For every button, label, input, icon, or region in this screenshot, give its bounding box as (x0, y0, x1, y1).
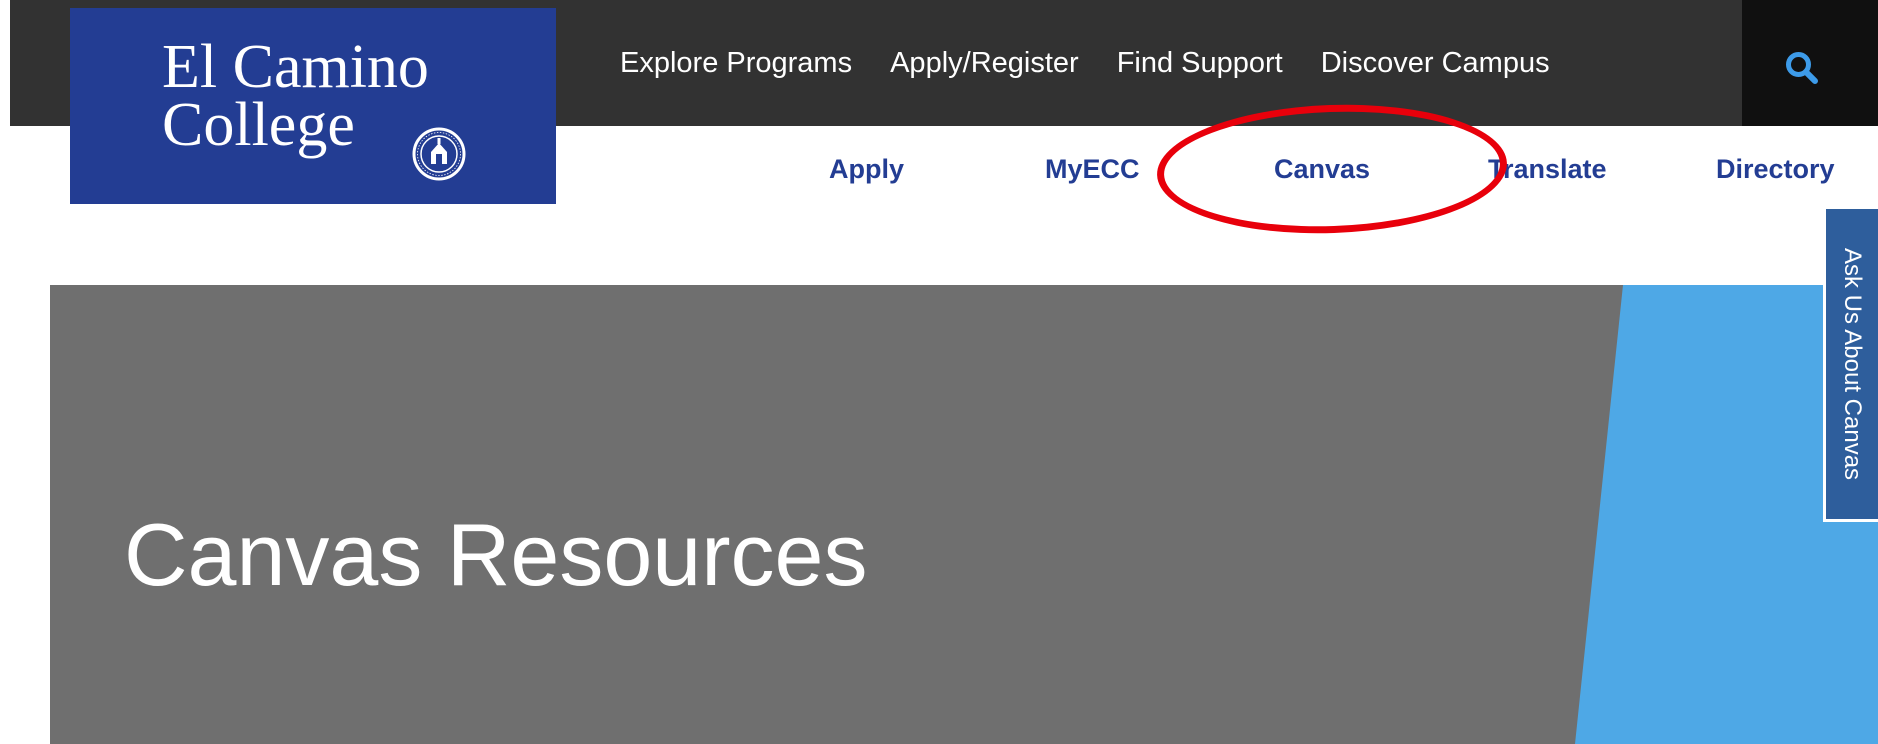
search-button[interactable] (1742, 0, 1878, 126)
subnav-apply[interactable]: Apply (829, 154, 904, 185)
nav-explore-programs[interactable]: Explore Programs (620, 47, 852, 80)
page-title: Canvas Resources (124, 505, 868, 604)
college-seal-icon (412, 127, 466, 181)
side-tab-label: Ask Us About Canvas (1839, 247, 1866, 481)
logo-text-line2: College (162, 91, 355, 159)
primary-nav: Explore Programs Apply/Register Find Sup… (620, 0, 1588, 126)
search-icon (1786, 52, 1818, 84)
nav-discover-campus[interactable]: Discover Campus (1321, 47, 1550, 80)
ask-us-about-canvas-tab[interactable]: Ask Us About Canvas (1823, 206, 1878, 522)
subnav-translate[interactable]: Translate (1488, 154, 1607, 185)
subnav-directory[interactable]: Directory (1716, 154, 1835, 185)
nav-apply-register[interactable]: Apply/Register (890, 47, 1079, 80)
subnav-myecc[interactable]: MyECC (1045, 154, 1140, 185)
college-logo[interactable]: El Camino College (70, 8, 556, 204)
logo-text-line1: El Camino (162, 33, 429, 101)
hero-banner: Canvas Resources (50, 285, 1878, 744)
nav-find-support[interactable]: Find Support (1117, 47, 1283, 80)
subnav-canvas[interactable]: Canvas (1274, 154, 1370, 185)
